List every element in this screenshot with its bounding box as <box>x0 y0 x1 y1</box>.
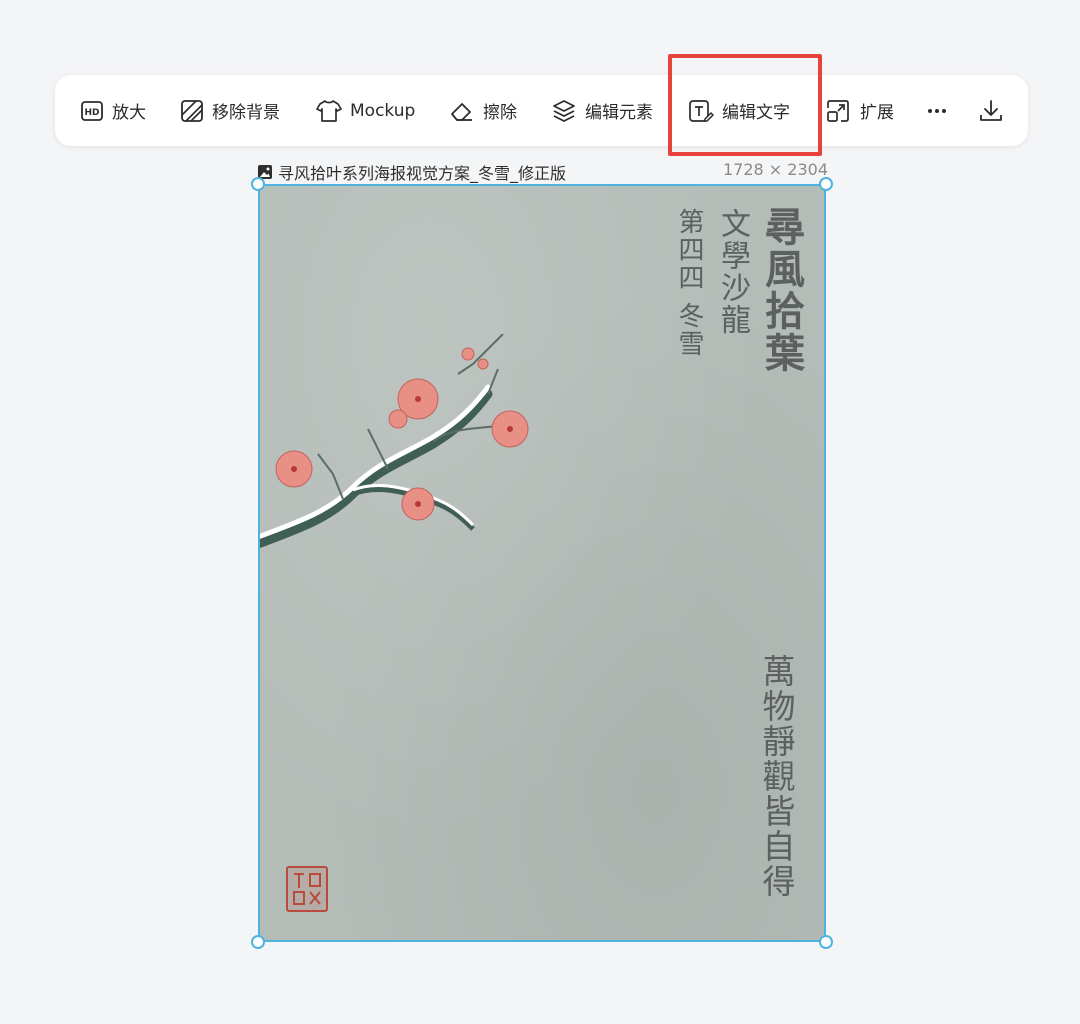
erase-label: 擦除 <box>483 103 517 123</box>
resize-handle-bottom-left[interactable] <box>251 935 265 949</box>
more-button[interactable] <box>925 75 949 146</box>
image-toolbar: HD 放大 移除背景 Mockup 擦除 编辑元素 编辑文字 扩展 <box>55 75 1028 146</box>
poster-subtitle: 文學沙龍 <box>715 208 750 336</box>
poster-title: 尋風拾葉 <box>758 206 805 374</box>
more-icon <box>928 108 946 113</box>
hd-icon: HD <box>81 100 103 121</box>
seal-stamp <box>286 866 328 912</box>
poster-issue: 第四四 冬雪 <box>674 208 704 359</box>
download-icon <box>980 99 1002 121</box>
file-dimensions: 1728 × 2304 <box>722 160 828 179</box>
remove-background-icon <box>181 99 203 122</box>
layers-icon <box>553 99 575 122</box>
expand-button[interactable]: 扩展 <box>826 75 894 146</box>
remove-background-button[interactable]: 移除背景 <box>180 75 280 146</box>
resize-handle-bottom-right[interactable] <box>819 935 833 949</box>
tshirt-icon <box>316 99 342 122</box>
download-button[interactable] <box>978 75 1004 146</box>
edit-elements-button[interactable]: 编辑元素 <box>551 75 653 146</box>
edit-elements-label: 编辑元素 <box>585 103 653 123</box>
mockup-button[interactable]: Mockup <box>316 75 415 146</box>
remove-background-label: 移除背景 <box>212 103 280 123</box>
file-header: 寻风拾叶系列海报视觉方案_冬雪_修正版 1728 × 2304 <box>258 160 828 184</box>
mockup-label: Mockup <box>350 100 416 121</box>
edit-text-button[interactable]: 编辑文字 <box>688 75 790 146</box>
edit-text-label: 编辑文字 <box>722 103 790 123</box>
expand-label: 扩展 <box>860 103 894 123</box>
poster-motto: 萬物靜觀皆自得 <box>757 654 796 899</box>
edit-text-icon <box>689 99 714 122</box>
plum-blossom-branch <box>258 334 529 549</box>
resize-handle-top-left[interactable] <box>251 177 265 191</box>
file-name: 寻风拾叶系列海报视觉方案_冬雪_修正版 <box>258 160 566 184</box>
upscale-button[interactable]: HD 放大 <box>80 75 146 146</box>
expand-icon <box>827 99 849 122</box>
eraser-icon <box>451 102 472 121</box>
svg-text:HD: HD <box>84 108 99 118</box>
erase-button[interactable]: 擦除 <box>449 75 517 146</box>
poster-canvas[interactable]: 尋風拾葉 文學沙龍 第四四 冬雪 萬物靜觀皆自得 <box>258 184 826 942</box>
file-name-text: 寻风拾叶系列海报视觉方案_冬雪_修正版 <box>278 164 567 183</box>
resize-handle-top-right[interactable] <box>819 177 833 191</box>
upscale-label: 放大 <box>112 103 146 123</box>
